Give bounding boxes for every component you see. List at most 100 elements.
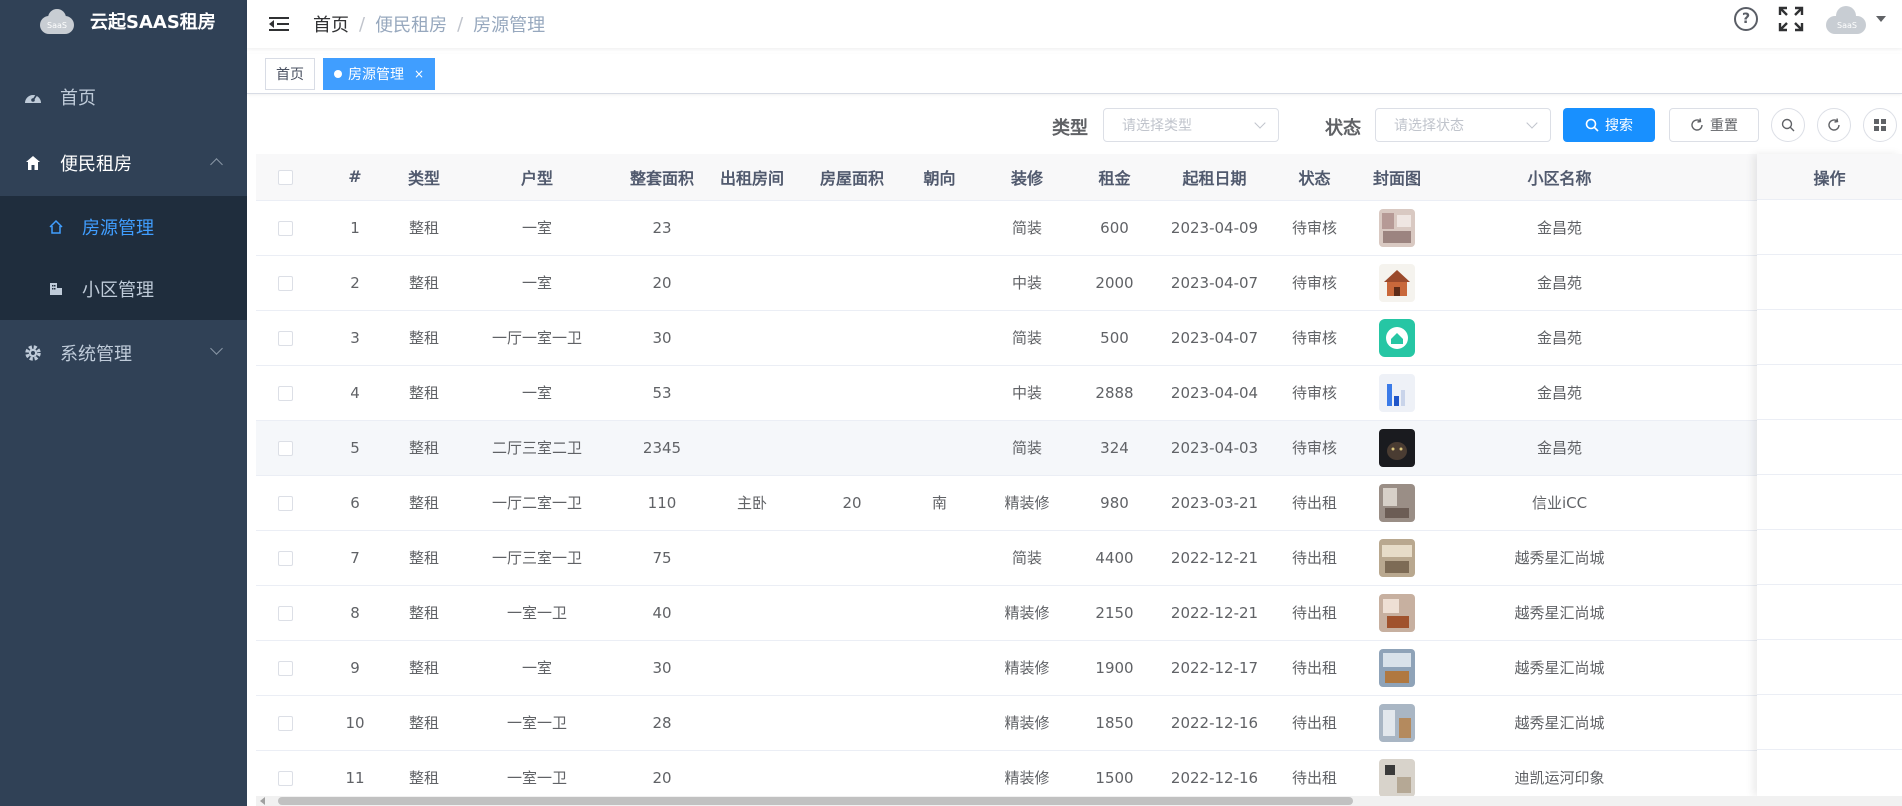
- cover-image[interactable]: [1379, 208, 1415, 247]
- cell-cover[interactable]: [1352, 750, 1442, 796]
- table-row[interactable]: 2整租一室20中装20002023-04-07待审核金昌苑1589: [256, 255, 1902, 311]
- cell-cover[interactable]: [1352, 200, 1442, 256]
- cover-image[interactable]: [1379, 648, 1415, 687]
- cell-cover[interactable]: [1352, 255, 1442, 311]
- sidebar-item-home[interactable]: 首页: [0, 64, 247, 130]
- checkbox[interactable]: [277, 605, 293, 621]
- row-select-cell[interactable]: [256, 585, 314, 641]
- caret-down-icon[interactable]: [1876, 16, 1886, 22]
- table-row[interactable]: 4整租一室53中装28882023-04-04待审核金昌苑13: [256, 365, 1902, 421]
- status-select[interactable]: 请选择状态: [1375, 108, 1551, 142]
- checkbox[interactable]: [277, 330, 293, 346]
- row-select-cell[interactable]: [256, 475, 314, 531]
- tag-label: 首页: [276, 66, 304, 83]
- cell-cover[interactable]: [1352, 530, 1442, 586]
- cell-rent: 500: [1077, 310, 1152, 366]
- cell-cover[interactable]: [1352, 695, 1442, 751]
- cell-area: 2345: [622, 420, 702, 476]
- breadcrumb-item[interactable]: 便民租房: [375, 11, 447, 37]
- cell-cover[interactable]: [1352, 365, 1442, 421]
- table-row[interactable]: 8整租一室一卫40精装修21502022-12-21待出租越秀星汇尚城8-404: [256, 585, 1902, 641]
- table-row[interactable]: 7整租一厅三室一卫75简装44002022-12-21待出租越秀星汇尚城2-2-…: [256, 530, 1902, 586]
- table-row[interactable]: 6 整租 一厅二室一卫 110 主卧 20 南精装修 980 2023-03-21 待出租 信业iC…: [256, 475, 1902, 531]
- table-row[interactable]: 5整租二厅三室二卫2345简装3242023-04-03待审核金昌苑1502: [256, 420, 1902, 476]
- cell-cover[interactable]: [1352, 640, 1442, 696]
- reset-button[interactable]: 重置: [1669, 108, 1759, 142]
- cell-cover[interactable]: [1352, 585, 1442, 641]
- checkbox[interactable]: [277, 715, 293, 731]
- row-select-cell[interactable]: [256, 200, 314, 256]
- cell-community: 越秀星汇尚城: [1442, 695, 1677, 751]
- help-icon[interactable]: ?: [1734, 7, 1758, 31]
- cell-type: 整租: [396, 420, 452, 476]
- row-select-cell[interactable]: [256, 310, 314, 366]
- close-icon[interactable]: ×: [414, 67, 424, 81]
- row-select-cell[interactable]: [256, 365, 314, 421]
- search-button[interactable]: 搜索: [1563, 108, 1655, 142]
- avatar[interactable]: SaaS: [1824, 4, 1868, 34]
- cell-cover[interactable]: [1352, 420, 1442, 476]
- row-select-cell[interactable]: [256, 695, 314, 751]
- checkbox[interactable]: [277, 170, 293, 186]
- breadcrumb-item[interactable]: 首页: [313, 11, 349, 37]
- hamburger-icon[interactable]: [269, 16, 289, 32]
- row-select-cell[interactable]: [256, 420, 314, 476]
- scroll-left-arrow-icon[interactable]: [260, 797, 265, 805]
- checkbox[interactable]: [277, 220, 293, 236]
- home-icon: [24, 154, 42, 172]
- cell-status: 待审核: [1277, 365, 1352, 421]
- cell-layout: 二厅三室二卫: [452, 420, 622, 476]
- sidebar-item-system[interactable]: 系统管理: [0, 320, 247, 386]
- logo[interactable]: SaaS 云起SAAS租房: [0, 0, 247, 42]
- cover-image[interactable]: [1379, 703, 1415, 742]
- table-row[interactable]: 1整租一室23简装6002023-04-09待审核金昌苑801: [256, 200, 1902, 256]
- refresh-button[interactable]: [1817, 108, 1851, 142]
- checkbox[interactable]: [277, 660, 293, 676]
- horizontal-scrollbar[interactable]: [256, 796, 1902, 806]
- row-select-cell[interactable]: [256, 640, 314, 696]
- cell-cover[interactable]: [1352, 310, 1442, 366]
- fullscreen-icon[interactable]: [1778, 6, 1804, 32]
- checkbox[interactable]: [277, 770, 293, 786]
- row-select-cell[interactable]: [256, 750, 314, 796]
- type-select[interactable]: 请选择类型: [1103, 108, 1279, 142]
- checkbox[interactable]: [277, 550, 293, 566]
- table-row[interactable]: 10整租一室一卫28精装修18502022-12-16待出租越秀星汇尚城10-5…: [256, 695, 1902, 751]
- cover-image[interactable]: [1379, 373, 1415, 412]
- cell-id: 9: [314, 640, 396, 696]
- checkbox[interactable]: [277, 275, 293, 291]
- sidebar-item-house-management[interactable]: 房源管理: [0, 196, 247, 258]
- table-row[interactable]: 11整租一室一卫20精装修15002022-12-16待出租迪凯运河印象2-80…: [256, 750, 1902, 796]
- cell-id: 4: [314, 365, 396, 421]
- cell-area: 20: [622, 255, 702, 311]
- cover-image[interactable]: [1379, 593, 1415, 632]
- navbar-right: ? SaaS: [1734, 4, 1886, 34]
- table-row[interactable]: 9整租一室30精装修19002022-12-17待出租越秀星汇尚城14-2-12…: [256, 640, 1902, 696]
- checkbox[interactable]: [277, 495, 293, 511]
- scrollbar-thumb[interactable]: [278, 797, 1353, 805]
- cell-area: 23: [622, 200, 702, 256]
- cell-orient: 南: [902, 475, 977, 531]
- toggle-search-button[interactable]: [1771, 108, 1805, 142]
- cell-community: 金昌苑: [1442, 255, 1677, 311]
- sidebar-item-rental[interactable]: 便民租房: [0, 130, 247, 196]
- cell-cover[interactable]: [1352, 475, 1442, 531]
- cell-orient: [902, 420, 977, 476]
- table-row[interactable]: 3整租一厅一室一卫30简装5002023-04-07待审核金昌苑128号: [256, 310, 1902, 366]
- cover-image[interactable]: [1379, 318, 1415, 357]
- breadcrumb-separator: /: [457, 13, 464, 35]
- checkbox[interactable]: [277, 385, 293, 401]
- checkbox[interactable]: [277, 440, 293, 456]
- tag-house-management[interactable]: 房源管理 ×: [323, 57, 436, 90]
- cover-image[interactable]: [1379, 758, 1415, 796]
- sidebar-item-community-management[interactable]: 小区管理: [0, 258, 247, 320]
- cover-image[interactable]: [1379, 483, 1415, 522]
- header-select-all[interactable]: [256, 154, 314, 201]
- cover-image[interactable]: [1379, 428, 1415, 467]
- row-select-cell[interactable]: [256, 530, 314, 586]
- cover-image[interactable]: [1379, 263, 1415, 302]
- cover-image[interactable]: [1379, 538, 1415, 577]
- row-select-cell[interactable]: [256, 255, 314, 311]
- tag-home[interactable]: 首页: [265, 57, 315, 90]
- columns-button[interactable]: [1863, 108, 1897, 142]
